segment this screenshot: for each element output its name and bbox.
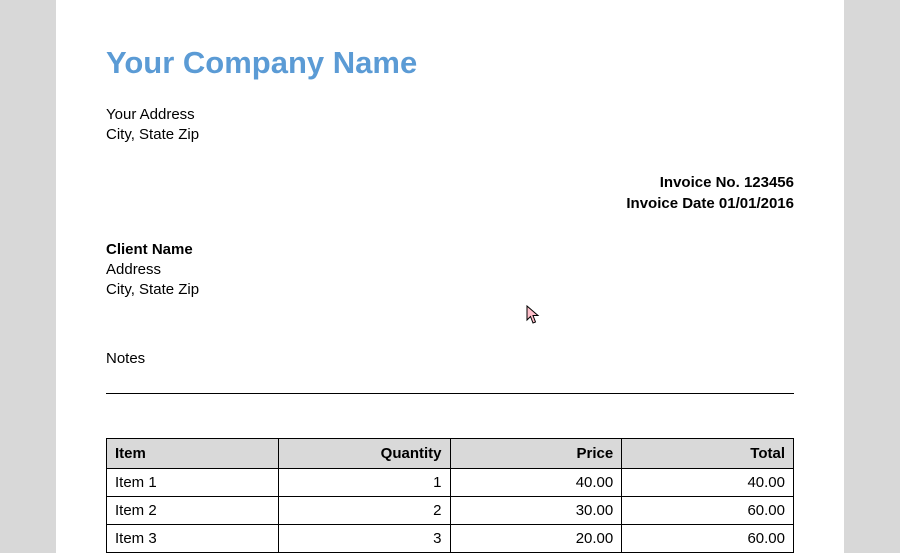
company-address-block: Your Address City, State Zip [106,105,794,146]
invoice-date-value: 01/01/2016 [719,195,794,212]
table-row: Item 3 3 20.00 60.00 [107,525,794,553]
header-quantity: Quantity [278,439,450,469]
table-row: Item 2 2 30.00 60.00 [107,497,794,525]
notes-label: Notes [106,350,794,367]
cell-price: 30.00 [450,497,622,525]
invoice-meta-block: Invoice No. 123456 Invoice Date 01/01/20… [106,172,794,214]
cell-item: Item 1 [107,469,279,497]
cell-price: 40.00 [450,469,622,497]
table-header-row: Item Quantity Price Total [107,439,794,469]
cell-total: 60.00 [622,525,794,553]
cell-quantity: 2 [278,497,450,525]
section-divider [106,393,794,394]
invoice-date-row: Invoice Date 01/01/2016 [106,193,794,214]
invoice-number-value: 123456 [744,174,794,191]
cell-item: Item 3 [107,525,279,553]
cursor-icon [526,305,542,325]
cell-price: 20.00 [450,525,622,553]
header-item: Item [107,439,279,469]
invoice-number-label: Invoice No. [660,174,740,191]
header-total: Total [622,439,794,469]
client-address-line1: Address [106,260,794,280]
client-address-line2: City, State Zip [106,280,794,300]
client-name: Client Name [106,240,794,260]
company-address-line2: City, State Zip [106,125,794,145]
cell-quantity: 1 [278,469,450,497]
cell-total: 40.00 [622,469,794,497]
invoice-date-label: Invoice Date [626,195,714,212]
invoice-page: Your Company Name Your Address City, Sta… [56,0,844,553]
company-address-line1: Your Address [106,105,794,125]
client-block: Client Name Address City, State Zip [106,240,794,301]
company-name: Your Company Name [106,45,794,81]
cell-total: 60.00 [622,497,794,525]
invoice-number-row: Invoice No. 123456 [106,172,794,193]
header-price: Price [450,439,622,469]
table-row: Item 1 1 40.00 40.00 [107,469,794,497]
line-items-table: Item Quantity Price Total Item 1 1 40.00… [106,438,794,553]
cell-item: Item 2 [107,497,279,525]
cell-quantity: 3 [278,525,450,553]
